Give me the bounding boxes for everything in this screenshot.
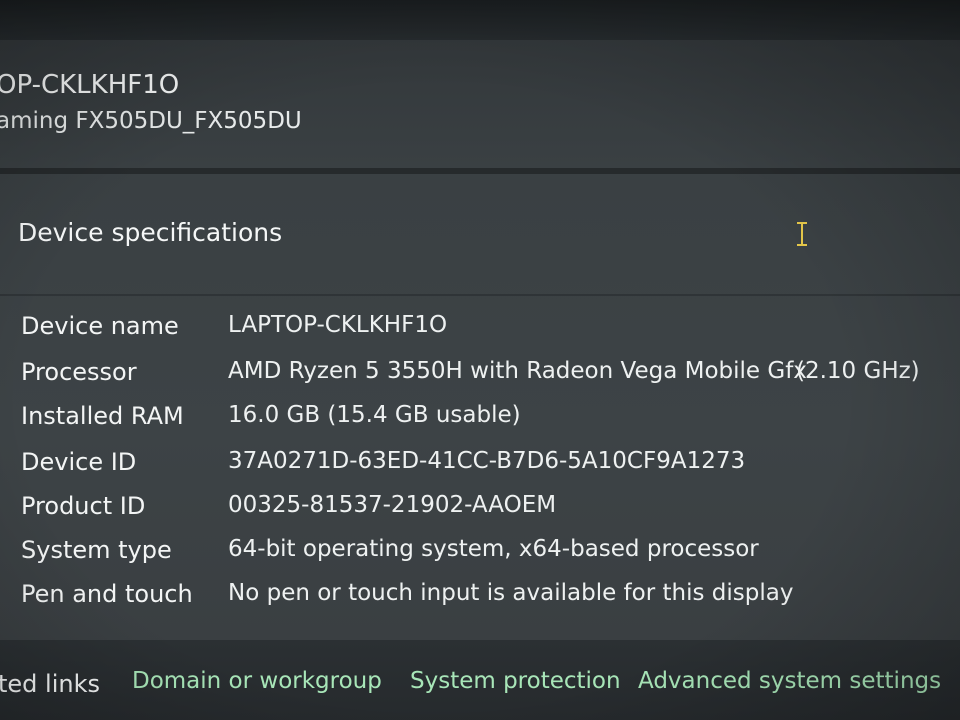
pc-summary-card: OP-CKLKHF1O aming FX505DU_FX505DU bbox=[0, 40, 960, 174]
spec-label: Processor bbox=[21, 358, 137, 386]
system-about-page: OP-CKLKHF1O aming FX505DU_FX505DU Device… bbox=[0, 0, 960, 720]
spec-row-processor: Processor AMD Ryzen 5 3550H with Radeon … bbox=[0, 358, 960, 398]
link-domain-or-workgroup[interactable]: Domain or workgroup bbox=[132, 668, 382, 694]
spec-value[interactable]: No pen or touch input is available for t… bbox=[228, 580, 793, 606]
device-specifications-card: Device specifications Device name LAPTOP… bbox=[0, 174, 960, 640]
link-advanced-system-settings[interactable]: Advanced system settings bbox=[638, 668, 941, 694]
spec-value[interactable]: AMD Ryzen 5 3550H with Radeon Vega Mobil… bbox=[228, 358, 807, 384]
spec-value[interactable]: 64-bit operating system, x64-based proce… bbox=[228, 536, 759, 562]
spec-row-pen-and-touch: Pen and touch No pen or touch input is a… bbox=[0, 580, 960, 620]
related-links-bar: ted links Domain or workgroup System pro… bbox=[0, 640, 960, 720]
spec-row-device-id: Device ID 37A0271D-63ED-41CC-B7D6-5A10CF… bbox=[0, 448, 960, 488]
pc-model: aming FX505DU_FX505DU bbox=[0, 108, 302, 134]
related-links-label: ted links bbox=[0, 670, 100, 698]
spec-row-system-type: System type 64-bit operating system, x64… bbox=[0, 536, 960, 576]
text-cursor-icon bbox=[797, 222, 807, 246]
spec-value[interactable]: 37A0271D-63ED-41CC-B7D6-5A10CF9A1273 bbox=[228, 448, 745, 474]
spec-value[interactable]: 16.0 GB (15.4 GB usable) bbox=[228, 402, 521, 428]
top-strip bbox=[0, 0, 960, 40]
spec-label: Device name bbox=[21, 312, 179, 340]
spec-value[interactable]: LAPTOP-CKLKHF1O bbox=[228, 312, 447, 338]
spec-row-product-id: Product ID 00325-81537-21902-AAOEM bbox=[0, 492, 960, 532]
spec-row-device-name: Device name LAPTOP-CKLKHF1O bbox=[0, 312, 960, 352]
spec-label: Installed RAM bbox=[21, 402, 184, 430]
spec-title: Device specifications bbox=[18, 218, 283, 247]
pc-name: OP-CKLKHF1O bbox=[0, 70, 180, 100]
spec-row-installed-ram: Installed RAM 16.0 GB (15.4 GB usable) bbox=[0, 402, 960, 442]
spec-label: Device ID bbox=[21, 448, 137, 476]
link-system-protection[interactable]: System protection bbox=[410, 668, 621, 694]
processor-frequency[interactable]: (2.10 GHz) bbox=[796, 358, 920, 384]
spec-label: System type bbox=[21, 536, 172, 564]
spec-label: Pen and touch bbox=[21, 580, 193, 608]
spec-value[interactable]: 00325-81537-21902-AAOEM bbox=[228, 492, 556, 518]
spec-label: Product ID bbox=[21, 492, 146, 520]
spec-header[interactable]: Device specifications bbox=[0, 174, 960, 296]
